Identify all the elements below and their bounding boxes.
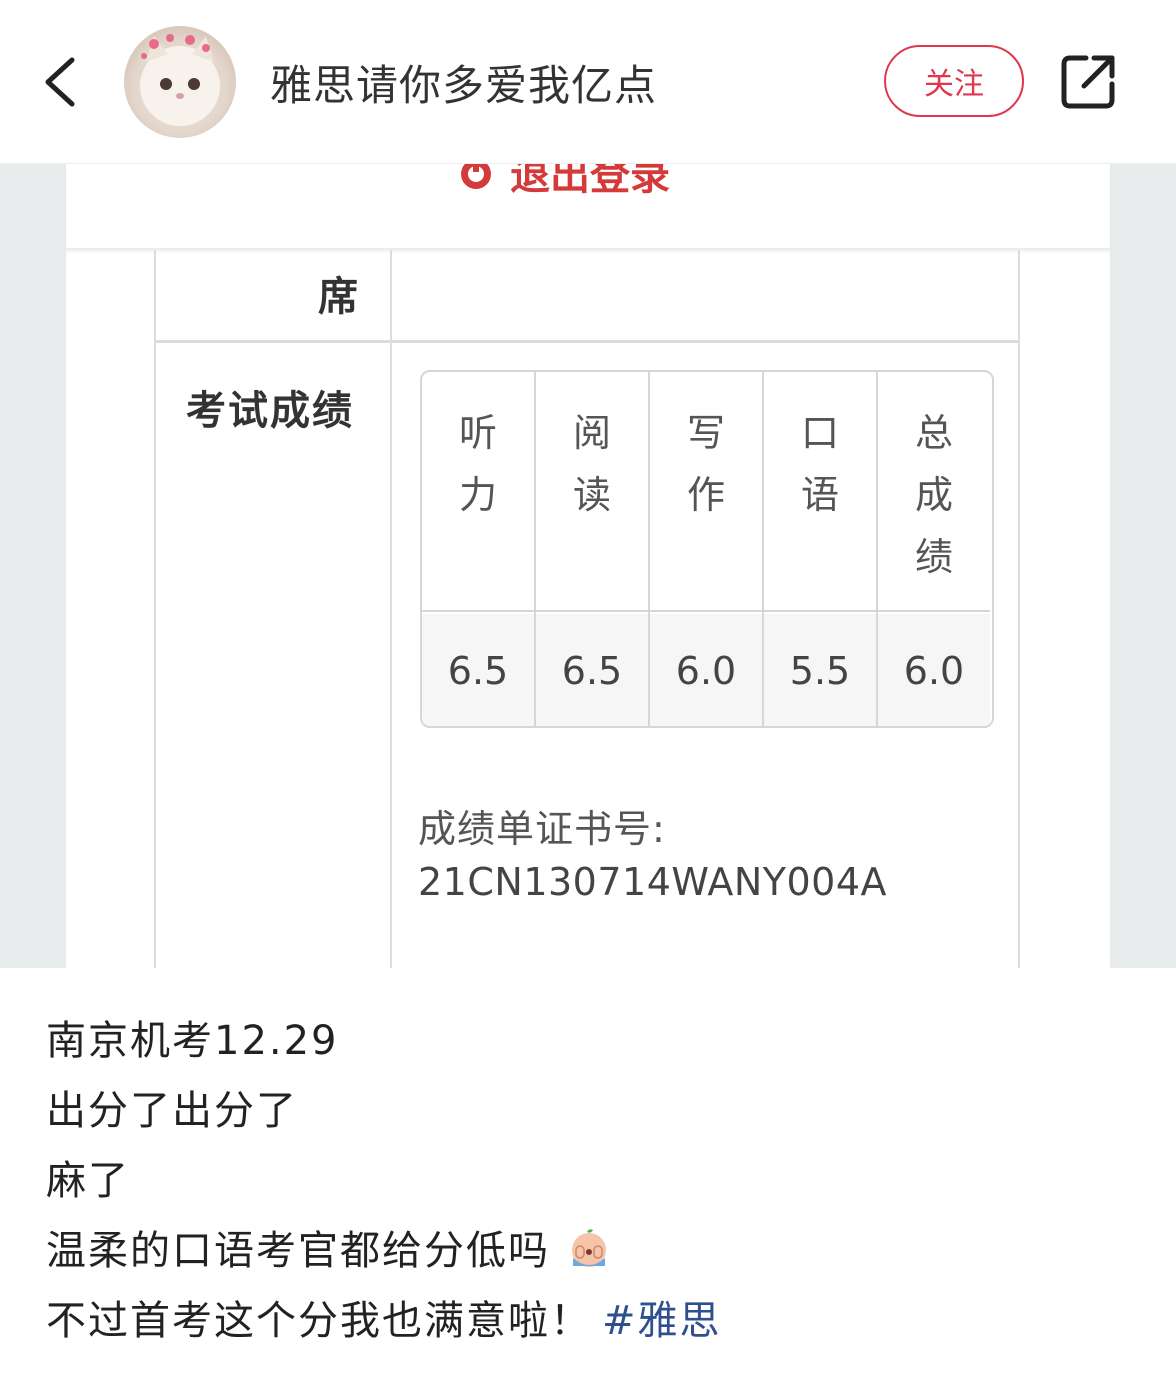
share-icon[interactable] bbox=[1056, 50, 1120, 114]
certificate-label: 成绩单证书号: bbox=[418, 807, 666, 851]
score-column-writing: 写作 6.0 bbox=[650, 372, 764, 726]
score-head: 阅读 bbox=[572, 411, 611, 517]
score-value: 6.0 bbox=[878, 614, 990, 726]
post-line-with-emoji: 温柔的口语考官都给分低吗 bbox=[46, 1216, 1146, 1286]
chevron-left-icon[interactable] bbox=[36, 44, 96, 120]
table-border-right bbox=[1018, 250, 1020, 968]
logout-label: 退出登录 bbox=[510, 164, 670, 199]
follow-button[interactable]: 关注 bbox=[884, 45, 1024, 117]
score-value: 6.0 bbox=[650, 614, 762, 726]
hashtag-link[interactable]: #雅思 bbox=[602, 1298, 722, 1344]
post-line: 南京机考12.29 bbox=[46, 1018, 339, 1064]
table-border-left bbox=[154, 250, 156, 968]
score-value: 6.5 bbox=[422, 614, 534, 726]
score-head: 写作 bbox=[686, 411, 725, 517]
score-head: 口语 bbox=[800, 411, 839, 517]
crying-face-emoji-icon bbox=[571, 1229, 606, 1267]
score-report: 退出登录 席 考试成绩 听力 6.5 阅读 6.5 写作 6.0 口语 5.5 bbox=[66, 164, 1110, 968]
author-name[interactable]: 雅思请你多爱我亿点 bbox=[270, 52, 657, 113]
logout-link: 退出登录 bbox=[456, 164, 670, 199]
table-border-middle bbox=[390, 250, 392, 968]
score-column-listening: 听力 6.5 bbox=[422, 372, 536, 726]
score-table: 听力 6.5 阅读 6.5 写作 6.0 口语 5.5 总成绩 6.0 bbox=[420, 370, 994, 728]
score-value: 5.5 bbox=[764, 614, 876, 726]
avatar[interactable] bbox=[124, 26, 236, 138]
post-line-text: 不过首考这个分我也满意啦！ bbox=[46, 1298, 592, 1344]
certificate-number: 21CN130714WANY004A bbox=[418, 860, 888, 904]
post-line: 麻了 bbox=[46, 1158, 130, 1204]
logout-card: 退出登录 bbox=[66, 164, 1110, 250]
post-line: 出分了出分了 bbox=[46, 1088, 298, 1134]
score-value: 6.5 bbox=[536, 614, 648, 726]
post-line-text: 温柔的口语考官都给分低吗 bbox=[46, 1228, 550, 1274]
post-body: 南京机考12.29 出分了出分了 麻了 温柔的口语考官都给分低吗 不过首考这个分… bbox=[46, 1006, 1146, 1356]
score-head: 总成绩 bbox=[914, 411, 953, 579]
score-column-reading: 阅读 6.5 bbox=[536, 372, 650, 726]
top-bar: 雅思请你多爱我亿点 关注 bbox=[0, 0, 1176, 164]
seat-label: 席 bbox=[318, 274, 358, 320]
score-label: 考试成绩 bbox=[186, 388, 354, 434]
score-column-speaking: 口语 5.5 bbox=[764, 372, 878, 726]
power-icon bbox=[461, 164, 491, 189]
post-line-with-tag: 不过首考这个分我也满意啦！ #雅思 bbox=[46, 1286, 1146, 1356]
post-image[interactable]: 退出登录 席 考试成绩 听力 6.5 阅读 6.5 写作 6.0 口语 5.5 bbox=[0, 164, 1176, 968]
score-column-overall: 总成绩 6.0 bbox=[878, 372, 992, 726]
cat-avatar-image bbox=[140, 34, 220, 126]
score-head: 听力 bbox=[458, 411, 497, 517]
table-row-divider bbox=[154, 340, 1020, 343]
